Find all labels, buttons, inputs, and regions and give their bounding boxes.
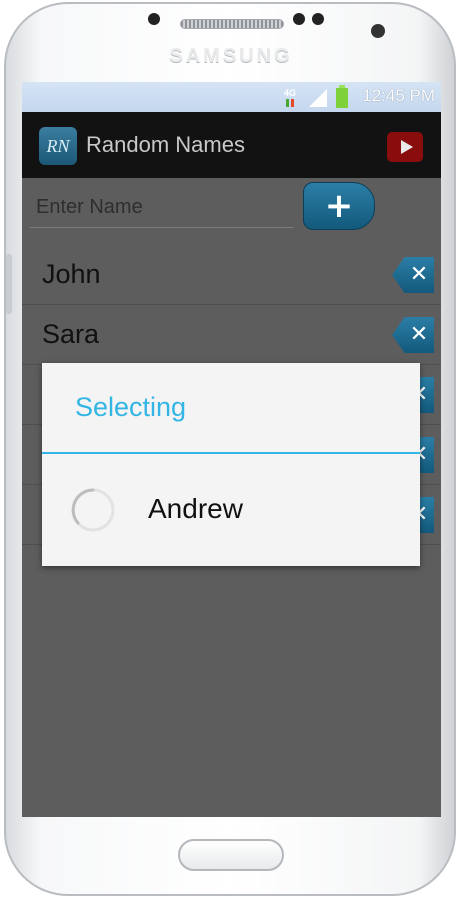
signal-icon bbox=[309, 89, 327, 107]
spinner-icon bbox=[71, 488, 115, 532]
selecting-dialog: Selecting Andrew bbox=[42, 363, 420, 566]
front-sensor-3 bbox=[312, 13, 324, 25]
svg-text:4G: 4G bbox=[284, 88, 296, 98]
list-item-name: John bbox=[42, 259, 101, 289]
dialog-message: Andrew bbox=[148, 493, 243, 524]
status-bar: 4G 12:45 PM bbox=[22, 82, 441, 112]
brand-logo: SAMSUNG bbox=[169, 45, 293, 67]
play-icon bbox=[401, 140, 413, 154]
front-camera bbox=[371, 24, 385, 38]
phone-side-button bbox=[6, 254, 12, 314]
earpiece-speaker bbox=[180, 19, 284, 29]
battery-icon bbox=[336, 85, 348, 108]
home-button[interactable] bbox=[178, 839, 284, 871]
dialog-divider bbox=[42, 452, 420, 454]
dialog-title: Selecting bbox=[75, 392, 187, 422]
front-sensor-2 bbox=[293, 13, 305, 25]
app-logo-icon[interactable]: RN bbox=[39, 127, 77, 165]
delete-name-button[interactable]: ✕ bbox=[392, 257, 434, 293]
status-time: 12:45 PM bbox=[362, 86, 435, 105]
add-name-button[interactable]: + bbox=[303, 182, 375, 230]
list-item-name: Sara bbox=[42, 319, 100, 349]
x-icon: ✕ bbox=[409, 262, 429, 287]
screen: 4G 12:45 PM RN Random Names + John ✕ Sar… bbox=[22, 82, 441, 817]
list-item: Sara ✕ bbox=[22, 305, 441, 365]
list-item: John ✕ bbox=[22, 245, 441, 305]
x-icon: ✕ bbox=[409, 322, 429, 347]
action-bar: RN Random Names bbox=[22, 112, 441, 178]
delete-name-button[interactable]: ✕ bbox=[392, 317, 434, 353]
youtube-button[interactable] bbox=[387, 132, 423, 162]
app-title: Random Names bbox=[86, 132, 245, 157]
name-input[interactable] bbox=[30, 188, 294, 228]
front-sensor bbox=[148, 13, 160, 25]
plus-icon: + bbox=[324, 186, 354, 226]
network-4g-icon: 4G bbox=[284, 88, 296, 107]
